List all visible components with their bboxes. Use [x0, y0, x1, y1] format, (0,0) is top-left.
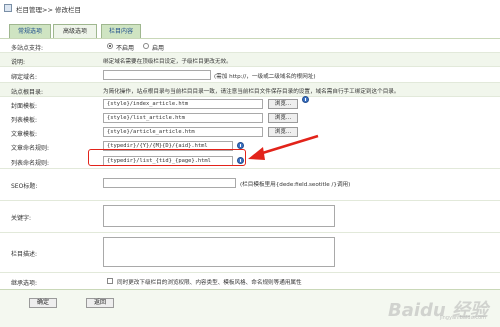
description-textarea[interactable]: [103, 237, 335, 267]
multisite-on-radio[interactable]: [143, 43, 149, 49]
row-list-template: 列表模板: {style}/list_article.htm 浏览...: [0, 111, 500, 125]
inherit-label: 继承选项:: [11, 280, 38, 287]
seo-hint: (栏目模板里用{dede:field.seotitle /}调用): [240, 182, 351, 188]
domain-input[interactable]: [103, 70, 211, 80]
article-template-label: 文章模板:: [11, 131, 38, 138]
multisite-label: 多站点支持:: [11, 45, 44, 52]
row-article-template: 文章模板: {style}/article_article.htm 浏览...: [0, 125, 500, 139]
desc-label: 说明:: [11, 59, 26, 66]
domain-hint: (需加 http://，一级或二级域名的根网址): [214, 74, 316, 80]
baidu-watermark-url: jingyan.baidu.com: [439, 315, 486, 321]
article-template-input[interactable]: {style}/article_article.htm: [103, 127, 263, 137]
domain-label: 绑定域名:: [11, 74, 38, 81]
highlight-box: [88, 149, 246, 166]
row-root-hint: 站点根目录: 为简化操作，站点根目录与当前栏目目录一致，请注意当前栏目文件保存目…: [0, 83, 500, 97]
list-template-label: 列表模板:: [11, 117, 38, 124]
article-template-browse-button[interactable]: 浏览...: [268, 127, 298, 137]
help-icon[interactable]: [237, 142, 244, 149]
multisite-on-label: 启用: [152, 45, 165, 52]
row-desc: 说明: 绑定域名需要在顶级栏目设定，子级栏目更改无效。: [0, 53, 500, 67]
root-hint-label: 站点根目录:: [11, 89, 44, 96]
form-body: 多站点支持: 不启用 启用 说明: 绑定域名需要在顶级栏目设定，子级栏目更改无效…: [0, 38, 500, 287]
back-button[interactable]: 返回: [86, 298, 114, 308]
inherit-checkbox[interactable]: [107, 278, 113, 284]
cover-template-label: 封面模板:: [11, 103, 38, 110]
inherit-text: 同时更改下级栏目的浏览权限、内容类型、模板风格、命名规则等通用属性: [117, 280, 302, 286]
article-rule-label: 文章命名规则:: [11, 145, 50, 152]
desc-text: 绑定域名需要在顶级栏目设定，子级栏目更改无效。: [103, 59, 232, 65]
folder-icon: [4, 4, 12, 12]
row-domain: 绑定域名: (需加 http://，一级或二级域名的根网址): [0, 67, 500, 83]
description-label: 栏目描述:: [11, 251, 38, 258]
row-multisite: 多站点支持: 不启用 启用: [0, 39, 500, 53]
row-list-rule: 列表命名规则: {typedir}/list_{tid}_{page}.html: [0, 153, 500, 169]
tab-content[interactable]: 栏目内容: [101, 24, 141, 38]
root-hint-text: 为简化操作，站点根目录与当前栏目目录一致，请注意当前栏目文件保存目录的设置，域名…: [103, 89, 400, 95]
seo-label: SEO标题:: [11, 183, 38, 190]
row-cover-template: 封面模板: {style}/index_article.htm 浏览...: [0, 96, 500, 111]
breadcrumb: 栏目管理>> 修改栏目: [16, 6, 81, 14]
row-inherit: 继承选项: 同时更改下级栏目的浏览权限、内容类型、模板风格、命名规则等通用属性: [0, 273, 500, 289]
title-bar: 栏目管理>> 修改栏目: [0, 0, 500, 17]
row-keywords: 关键字:: [0, 201, 500, 233]
keywords-textarea[interactable]: [103, 205, 335, 227]
row-seo: SEO标题: (栏目模板里用{dede:field.seotitle /}调用): [0, 169, 500, 201]
list-rule-label: 列表命名规则:: [11, 160, 50, 167]
row-description: 栏目描述:: [0, 233, 500, 273]
tab-advanced[interactable]: 高级选项: [53, 24, 97, 38]
tab-general[interactable]: 常规选项: [9, 24, 51, 38]
confirm-button[interactable]: 确定: [29, 298, 57, 308]
list-template-browse-button[interactable]: 浏览...: [268, 113, 298, 123]
cover-template-input[interactable]: {style}/index_article.htm: [103, 99, 263, 109]
list-template-input[interactable]: {style}/list_article.htm: [103, 113, 263, 123]
row-article-rule: 文章命名规则: {typedir}/{Y}/{M}{D}/{aid}.html: [0, 139, 500, 153]
help-icon[interactable]: [302, 96, 309, 103]
seo-input[interactable]: [103, 178, 236, 188]
keywords-label: 关键字:: [11, 215, 32, 222]
multisite-off-label: 不启用: [116, 45, 135, 52]
tab-bar: 常规选项 高级选项 栏目内容: [0, 24, 500, 38]
cover-template-browse-button[interactable]: 浏览...: [268, 99, 298, 109]
multisite-off-radio[interactable]: [107, 43, 113, 49]
